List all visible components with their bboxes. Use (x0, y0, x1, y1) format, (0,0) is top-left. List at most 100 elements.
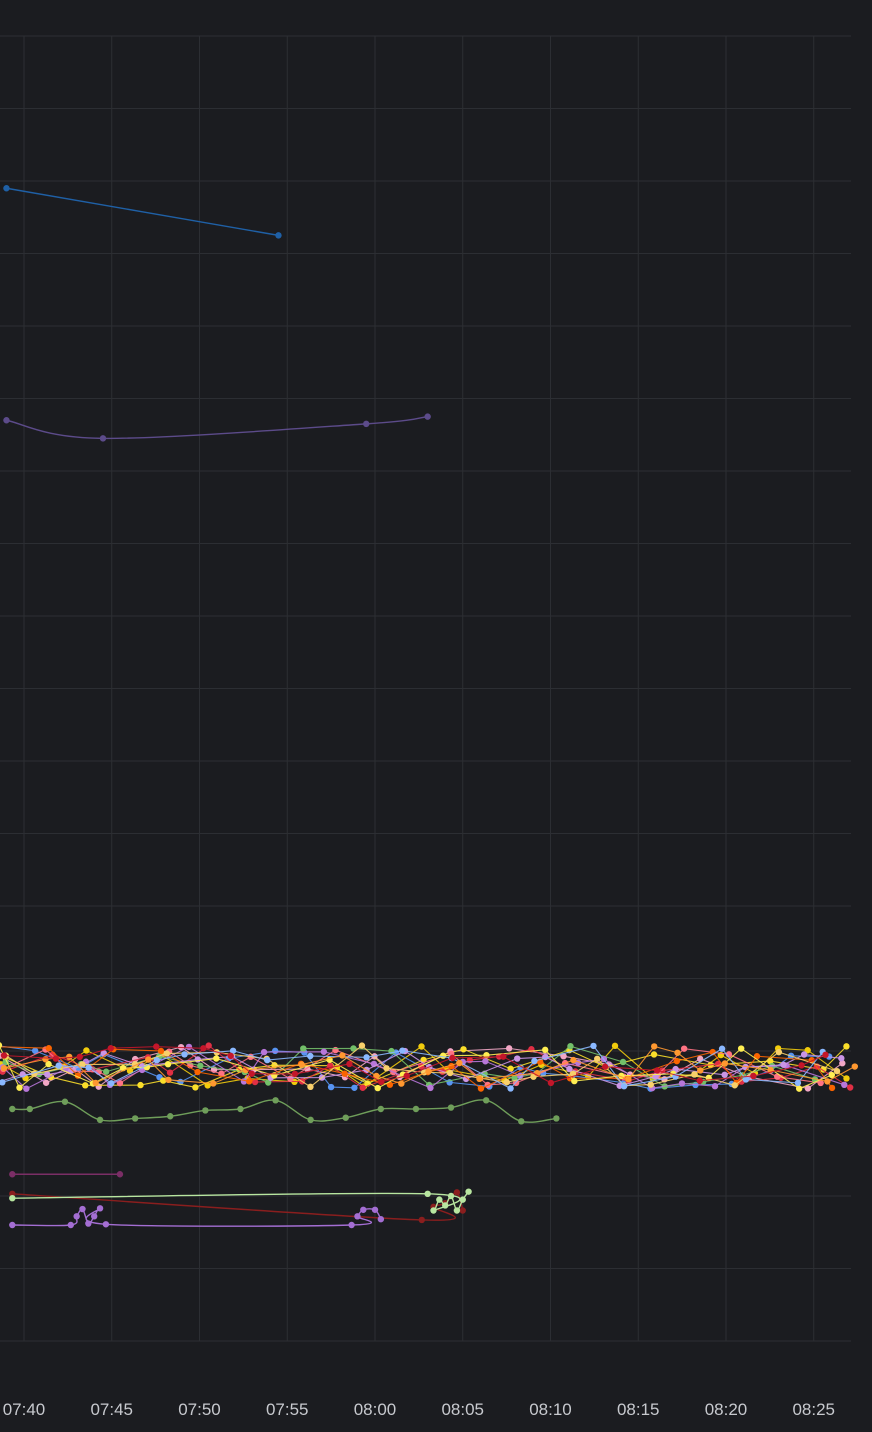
data-point (26, 1105, 34, 1113)
noise-point (673, 1057, 681, 1065)
noise-point (260, 1048, 268, 1056)
noise-point (625, 1076, 632, 1083)
noise-point (227, 1052, 234, 1060)
noise-point (721, 1060, 729, 1067)
x-tick-label: 07:50 (178, 1400, 221, 1419)
data-point (9, 1221, 16, 1229)
x-tick-label: 07:40 (3, 1400, 46, 1419)
noise-point (650, 1051, 658, 1058)
noise-point (351, 1084, 358, 1091)
noise-point (163, 1050, 170, 1057)
noise-point (137, 1081, 144, 1089)
noise-point (674, 1049, 681, 1056)
noise-point (601, 1063, 609, 1070)
noise-point (52, 1055, 60, 1062)
noise-point (298, 1061, 305, 1068)
x-tick-label: 08:10 (529, 1400, 572, 1419)
noise-point (166, 1069, 174, 1076)
data-point (442, 1202, 449, 1209)
noise-point (824, 1078, 831, 1085)
noise-point (780, 1061, 787, 1068)
data-point (377, 1105, 385, 1113)
noise-point (92, 1079, 99, 1087)
noise-point (427, 1084, 434, 1092)
x-tick-label: 07:45 (90, 1400, 133, 1419)
noise-point (651, 1043, 658, 1050)
data-point (371, 1206, 379, 1213)
noise-point (339, 1052, 346, 1059)
noise-point (851, 1063, 859, 1070)
data-point (436, 1196, 443, 1203)
noise-point (507, 1085, 514, 1092)
data-point (518, 1118, 525, 1125)
noise-point (838, 1055, 845, 1062)
noise-point (153, 1057, 160, 1064)
data-point (116, 1171, 124, 1178)
noise-point (846, 1084, 854, 1091)
noise-point (374, 1084, 381, 1092)
data-point (99, 435, 107, 442)
noise-point (185, 1043, 193, 1051)
data-point (459, 1196, 466, 1203)
noise-point (418, 1043, 425, 1050)
noise-point (246, 1078, 253, 1085)
noise-point (647, 1081, 654, 1088)
noise-point (514, 1055, 521, 1062)
data-point (91, 1213, 98, 1220)
data-point (459, 1207, 466, 1214)
noise-point (594, 1055, 601, 1063)
data-point (9, 1105, 16, 1113)
data-point (377, 1216, 385, 1223)
noise-point (327, 1083, 335, 1091)
noise-point (731, 1082, 738, 1089)
noise-point (798, 1062, 805, 1069)
noise-point (737, 1045, 745, 1052)
x-tick-label: 08:20 (705, 1400, 748, 1419)
data-point (3, 417, 10, 424)
x-tick-label: 08:15 (617, 1400, 660, 1419)
noise-point (590, 1042, 597, 1050)
data-point (167, 1113, 174, 1120)
data-point (73, 1213, 80, 1220)
noise-point (503, 1079, 510, 1086)
noise-point (795, 1085, 803, 1092)
data-point (430, 1207, 437, 1214)
noise-point (83, 1047, 90, 1054)
data-point (360, 1206, 367, 1213)
noise-point (213, 1055, 220, 1062)
noise-point (691, 1071, 698, 1078)
noise-point (108, 1080, 115, 1087)
noise-point (210, 1080, 217, 1087)
data-point (418, 1216, 425, 1224)
noise-point (157, 1047, 165, 1055)
x-tick-label: 07:55 (266, 1400, 309, 1419)
data-point (307, 1116, 314, 1124)
noise-point (718, 1045, 726, 1052)
noise-point (248, 1070, 255, 1077)
noise-point (611, 1042, 619, 1050)
data-point (342, 1114, 349, 1121)
data-point (3, 185, 10, 192)
data-point (96, 1205, 104, 1212)
noise-point (153, 1043, 160, 1050)
noise-point (477, 1085, 485, 1092)
noise-point (460, 1046, 467, 1053)
noise-point (619, 1058, 627, 1066)
noise-point (833, 1067, 841, 1075)
data-point (553, 1115, 560, 1122)
noise-point (287, 1075, 294, 1082)
noise-point (320, 1048, 328, 1055)
noise-point (567, 1042, 574, 1050)
noise-point (696, 1077, 703, 1084)
data-point (272, 1097, 279, 1104)
noise-point (449, 1054, 456, 1062)
noise-point (775, 1048, 783, 1056)
data-point (482, 1097, 490, 1104)
data-point (96, 1116, 104, 1124)
noise-point (291, 1070, 299, 1078)
noise-point (822, 1051, 829, 1059)
noise-point (403, 1072, 410, 1079)
noise-point (346, 1060, 353, 1068)
x-tick-label: 08:05 (441, 1400, 484, 1419)
noise-point (653, 1067, 661, 1074)
